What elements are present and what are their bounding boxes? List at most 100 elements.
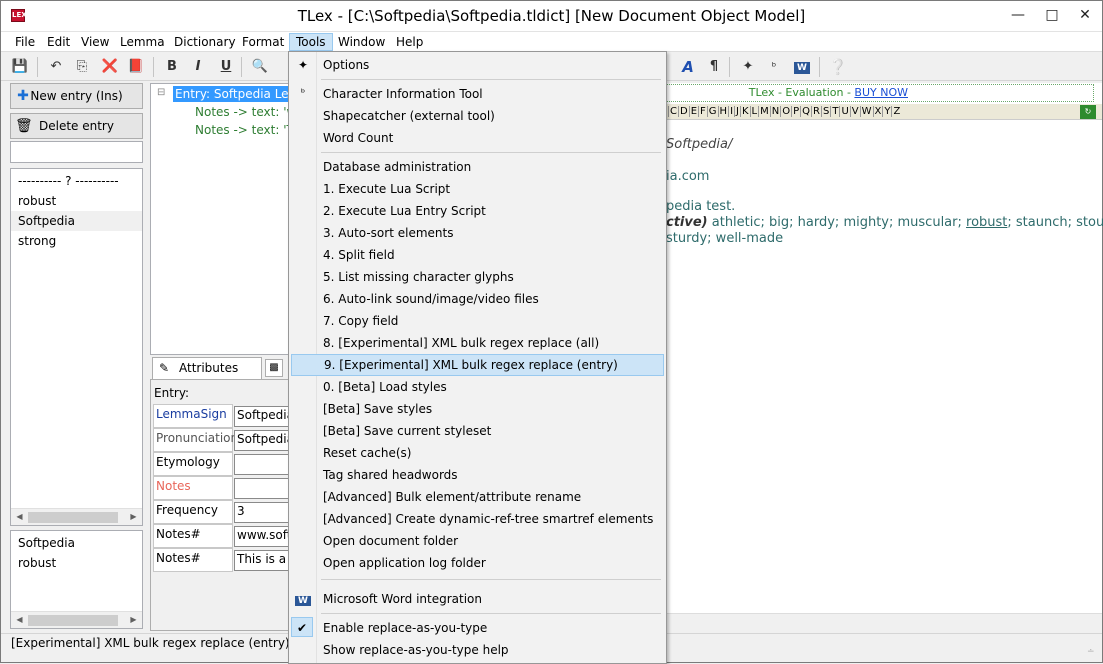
menu-item-xml-regex-replace-all[interactable]: 8. [Experimental] XML bulk regex replace… <box>291 332 664 354</box>
bold-button[interactable]: B <box>161 56 183 78</box>
menu-item-database-administration[interactable]: Database administration <box>291 156 664 178</box>
underline-button[interactable]: U <box>215 56 237 78</box>
menu-item-tag-shared-headwords[interactable]: Tag shared headwords <box>291 464 664 486</box>
alpha-letter[interactable]: O <box>780 106 792 117</box>
alpha-letter[interactable]: N <box>769 106 781 117</box>
list-item[interactable]: ---------- ? ---------- <box>11 171 142 191</box>
abc-icon[interactable]: ⎘ <box>71 56 93 78</box>
char-info-icon[interactable]: ᵇ <box>763 56 785 78</box>
menu-format[interactable]: Format <box>236 33 290 51</box>
menu-edit[interactable]: Edit <box>41 33 76 51</box>
alpha-letter[interactable]: E <box>688 106 699 117</box>
alpha-letter[interactable]: R <box>811 106 821 117</box>
scroll-left-icon[interactable]: ◀ <box>11 612 28 628</box>
menu-item-reset-cache[interactable]: Reset cache(s) <box>291 442 664 464</box>
menu-item-bulk-rename[interactable]: [Advanced] Bulk element/attribute rename <box>291 486 664 508</box>
menu-item-word-integration[interactable]: W Microsoft Word integration <box>291 588 664 610</box>
menu-tools[interactable]: Tools <box>289 33 333 51</box>
list-item[interactable]: robust <box>11 553 142 573</box>
close-button[interactable]: ✕ <box>1068 1 1102 31</box>
italic-button[interactable]: I <box>187 56 209 78</box>
menu-item-enable-replace-as-you-type[interactable]: ✔ Enable replace-as-you-type <box>291 617 664 639</box>
alpha-letter[interactable]: F <box>698 106 707 117</box>
qr-icon[interactable]: ▩ <box>265 359 283 377</box>
scroll-right-icon[interactable]: ▶ <box>125 612 142 628</box>
menu-item-list-missing-glyphs[interactable]: 5. List missing character glyphs <box>291 266 664 288</box>
search-input[interactable] <box>10 141 143 163</box>
save-icon[interactable]: 💾 <box>9 56 31 78</box>
alpha-letter[interactable]: K <box>739 106 750 117</box>
robust-link[interactable]: robust <box>966 215 1007 230</box>
resize-grip-icon[interactable]: ∸ <box>1087 647 1099 659</box>
attr-value-field[interactable]: 3 <box>234 502 290 523</box>
attr-value-field[interactable]: This is a S <box>234 550 290 571</box>
menu-item-shapecatcher[interactable]: Shapecatcher (external tool) <box>291 105 664 127</box>
delete-entry-button[interactable]: 🗑 Delete entry <box>10 113 143 139</box>
tab-attributes[interactable]: ✎ Attributes (F1) <box>152 357 262 395</box>
alpha-letter[interactable]: H <box>717 106 729 117</box>
tree-collapse-icon[interactable]: ⊟ <box>157 87 165 98</box>
delete-abc-icon[interactable]: ❌ <box>99 56 121 78</box>
lemma-list[interactable]: ---------- ? ---------- robust Softpedia… <box>10 168 143 526</box>
scroll-right-icon[interactable]: ▶ <box>125 509 142 525</box>
alpha-letter[interactable]: U <box>839 106 850 117</box>
alpha-letter[interactable]: M <box>758 106 770 117</box>
alpha-letter[interactable]: D <box>677 106 689 117</box>
list-item[interactable]: strong <box>11 231 142 251</box>
tree-root-node[interactable]: Entry: Softpedia Lem <box>173 86 303 102</box>
word-icon[interactable]: W <box>791 56 813 78</box>
menu-view[interactable]: View <box>75 33 115 51</box>
font-style-icon[interactable]: A <box>677 56 699 78</box>
menu-item-character-information-tool[interactable]: ᵇ Character Information Tool <box>291 83 664 105</box>
related-list[interactable]: Softpedia robust ◀ ▶ <box>10 530 143 629</box>
alpha-letter[interactable]: Z <box>891 106 902 117</box>
menu-item-options[interactable]: ✦ Options <box>291 54 664 76</box>
new-entry-button[interactable]: ✚ New entry (Ins) <box>10 83 143 109</box>
list-item-selected[interactable]: Softpedia <box>11 211 142 231</box>
scroll-thumb[interactable] <box>28 512 118 523</box>
menu-item-save-styles[interactable]: [Beta] Save styles <box>291 398 664 420</box>
menu-item-show-replace-help[interactable]: Show replace-as-you-type help <box>291 639 664 661</box>
horizontal-scrollbar[interactable]: ◀ ▶ <box>11 508 142 525</box>
maximize-button[interactable]: □ <box>1035 1 1069 31</box>
alpha-letter[interactable]: C <box>668 106 678 117</box>
alpha-letter[interactable]: V <box>849 106 860 117</box>
undo-icon[interactable]: ↶ <box>45 56 67 78</box>
menu-help[interactable]: Help <box>390 33 429 51</box>
alpha-letter[interactable]: S <box>820 106 831 117</box>
menu-item-load-styles[interactable]: 0. [Beta] Load styles <box>291 376 664 398</box>
attr-value-field[interactable]: Softpedia <box>234 430 290 451</box>
menu-item-create-smartref-elements[interactable]: [Advanced] Create dynamic-ref-tree smart… <box>291 508 664 530</box>
list-item[interactable]: robust <box>11 191 142 211</box>
scroll-thumb[interactable] <box>28 615 118 626</box>
list-item[interactable]: Softpedia <box>11 533 142 553</box>
minimize-button[interactable]: — <box>1001 1 1035 31</box>
menu-item-copy-field[interactable]: 7. Copy field <box>291 310 664 332</box>
attr-value-field[interactable]: www.softp <box>234 526 290 547</box>
attr-value-field[interactable] <box>234 478 290 499</box>
dictionary-icon[interactable]: 📕 <box>125 56 147 78</box>
alpha-letter[interactable]: Q <box>800 106 812 117</box>
menu-item-auto-link-files[interactable]: 6. Auto-link sound/image/video files <box>291 288 664 310</box>
menu-item-auto-sort-elements[interactable]: 3. Auto-sort elements <box>291 222 664 244</box>
alpha-letter[interactable]: P <box>791 106 801 117</box>
help-icon[interactable]: ❔ <box>827 56 849 78</box>
alpha-letter[interactable]: L <box>749 106 759 117</box>
horizontal-scrollbar[interactable] <box>664 613 1102 631</box>
menu-item-word-count[interactable]: Word Count <box>291 127 664 149</box>
alpha-letter[interactable]: X <box>872 106 883 117</box>
menu-item-open-log-folder[interactable]: Open application log folder <box>291 552 664 574</box>
menu-item-open-document-folder[interactable]: Open document folder <box>291 530 664 552</box>
attr-value-field[interactable] <box>234 454 290 475</box>
menu-lemma[interactable]: Lemma <box>114 33 171 51</box>
menu-file[interactable]: File <box>9 33 41 51</box>
alpha-letter[interactable]: W <box>859 106 873 117</box>
menu-item-save-current-styleset[interactable]: [Beta] Save current styleset <box>291 420 664 442</box>
scroll-left-icon[interactable]: ◀ <box>11 509 28 525</box>
attr-value-field[interactable]: Softpedia <box>234 406 290 427</box>
menu-window[interactable]: Window <box>332 33 391 51</box>
horizontal-scrollbar[interactable]: ◀ ▶ <box>11 611 142 628</box>
menu-dictionary[interactable]: Dictionary <box>168 33 242 51</box>
entry-tree[interactable]: ⊟ Entry: Softpedia Lem Notes -> text: 'w… <box>150 83 311 355</box>
menu-item-split-field[interactable]: 4. Split field <box>291 244 664 266</box>
